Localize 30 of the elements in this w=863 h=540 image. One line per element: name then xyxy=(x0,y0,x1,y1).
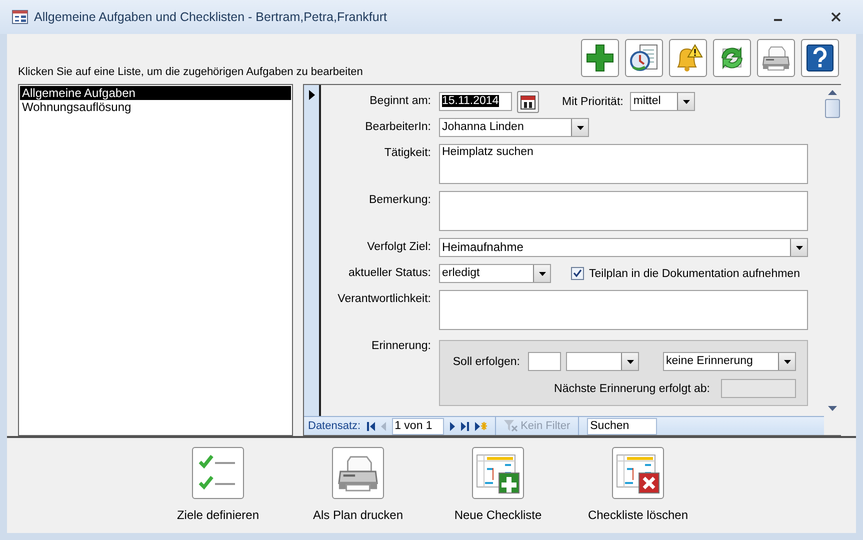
window-title: Allgemeine Aufgaben und Checklisten - Bertram,Petra,Frankfurt xyxy=(34,10,388,24)
goal-dropdown[interactable]: Heimaufnahme xyxy=(439,238,808,257)
field-label: Soll erfolgen: xyxy=(452,356,520,368)
field-label: Mit Priorität: xyxy=(562,96,624,108)
field-label: Tätigkeit: xyxy=(383,146,431,161)
list-item[interactable]: Wohnungsauflösung xyxy=(20,100,291,114)
instruction-text: Klicken Sie auf eine Liste, um die zugehörigen Aufgaben zu bearbeiten xyxy=(18,66,363,78)
delete-checklist-button[interactable]: Checkliste löschen xyxy=(568,447,708,522)
field-label: Verantwortlichkeit: xyxy=(336,292,431,307)
search-field[interactable]: Suchen xyxy=(587,418,658,434)
activity-field[interactable]: Heimplatz suchen xyxy=(439,144,808,184)
priority-dropdown[interactable]: mittel xyxy=(630,92,696,111)
reminder-dropdown[interactable]: keine Erinnerung xyxy=(663,352,796,371)
print-plan-button[interactable]: Als Plan drucken xyxy=(288,447,428,522)
new-checklist-button[interactable]: Neue Checkliste xyxy=(428,447,568,522)
field-label: Bemerkung: xyxy=(368,193,431,208)
field-label: Erinnerung: xyxy=(370,339,431,354)
field-label: Beginnt am: xyxy=(368,94,431,109)
list-item[interactable]: Allgemeine Aufgaben xyxy=(20,86,291,100)
field-label: Verfolgt Ziel: xyxy=(366,240,431,255)
checkbox-label: Teilplan in die Dokumentation aufnehmen xyxy=(589,268,800,280)
field-label: aktueller Status: xyxy=(348,266,431,281)
date-field[interactable]: 15.11.2014 xyxy=(439,92,512,111)
status-dropdown[interactable]: erledigt xyxy=(439,264,551,283)
record-label: Datensatz: xyxy=(308,420,361,432)
editor-dropdown[interactable]: Johanna Linden xyxy=(439,118,589,137)
field-label: Nächste Erinnerung erfolgt ab: xyxy=(554,382,710,394)
define-goals-button[interactable]: Ziele definieren xyxy=(148,447,288,522)
field-label: BearbeiterIn: xyxy=(364,120,431,135)
record-position-field[interactable]: 1 von 1 xyxy=(392,418,444,434)
